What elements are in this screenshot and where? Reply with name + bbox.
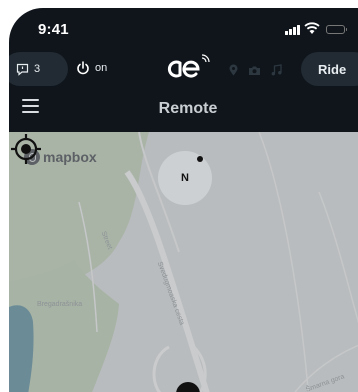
status-bar: 9:41: [9, 8, 358, 48]
status-time: 9:41: [38, 21, 69, 38]
camera-icon: [249, 66, 260, 75]
map-view[interactable]: mapbox N Street Svedugmoaska cesta Brega…: [9, 132, 358, 392]
cellular-signal-icon: [285, 25, 300, 35]
power-icon: [77, 61, 89, 75]
wifi-icon: [304, 22, 320, 34]
notification-count: 3: [34, 63, 41, 75]
location-pin-icon: [229, 64, 238, 76]
compass-label: N: [181, 172, 189, 184]
music-note-icon: [271, 64, 282, 76]
app-logo: [167, 54, 210, 78]
ride-button[interactable]: Ride: [301, 52, 358, 86]
page-title: Remote: [158, 100, 218, 117]
app-screen: 9:41 3 on Ride Remote mapbox N Street Sv…: [9, 8, 358, 392]
locate-me-icon[interactable]: [9, 132, 43, 166]
notifications-button[interactable]: 3: [9, 52, 68, 86]
street-label: Bregadrašnika: [37, 301, 83, 308]
message-icon: [16, 63, 29, 76]
ride-label: Ride: [318, 61, 347, 77]
accessory-icons: [229, 64, 282, 76]
power-toggle[interactable]: on: [76, 61, 107, 75]
compass-marker: [197, 156, 203, 162]
power-status: on: [95, 62, 108, 74]
mapbox-wordmark: mapbox: [43, 149, 97, 165]
compass-button[interactable]: N: [158, 151, 212, 205]
battery-icon: [326, 25, 347, 34]
